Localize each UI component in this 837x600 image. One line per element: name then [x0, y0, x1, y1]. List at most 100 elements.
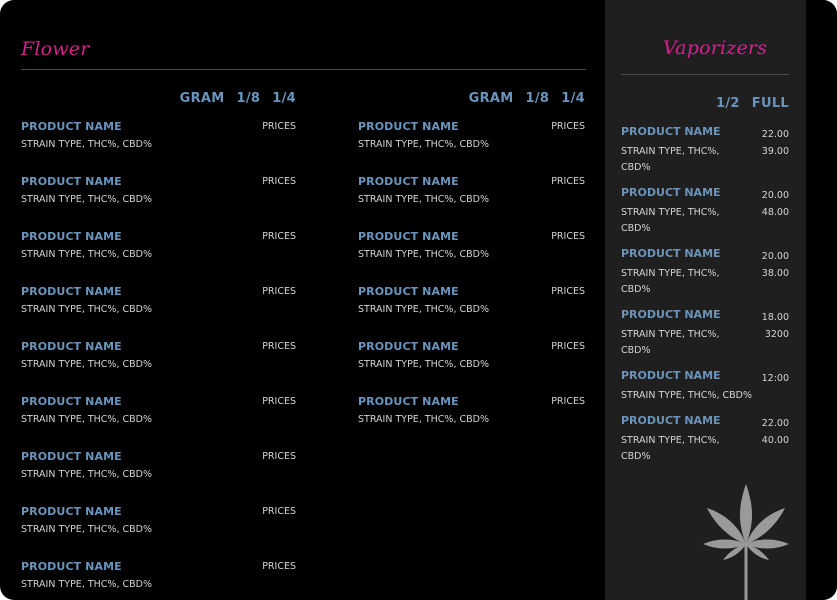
- list-item: PRODUCT NAME STRAIN TYPE, THC%, CBD% PRI…: [21, 505, 296, 535]
- product-prices: 20.00 38.00: [762, 248, 789, 282]
- product-desc: STRAIN TYPE, THC%, CBD%: [621, 146, 720, 173]
- header-eighth: 1/8: [525, 91, 550, 106]
- flower-divider: [21, 69, 586, 70]
- product-prices: 20.00 48.00: [762, 187, 789, 221]
- header-gram: GRAM: [179, 91, 225, 106]
- product-desc: STRAIN TYPE, THC%, CBD%: [21, 249, 152, 260]
- header-quarter: 1/4: [561, 91, 585, 106]
- list-item: PRODUCT NAME STRAIN TYPE, THC%, CBD% PRI…: [21, 120, 296, 150]
- product-price: PRICES: [551, 396, 585, 407]
- product-desc: STRAIN TYPE, THC%, CBD%: [21, 139, 152, 150]
- list-item: PRODUCT NAME STRAIN TYPE, THC%, CBD% PRI…: [358, 285, 585, 315]
- header-full: FULL: [751, 96, 789, 111]
- product-name: PRODUCT NAME: [21, 120, 122, 133]
- product-desc: STRAIN TYPE, THC%, CBD%: [358, 249, 489, 260]
- product-prices: 12:00: [762, 370, 789, 387]
- list-item: PRODUCT NAME STRAIN TYPE, THC%, CBD% PRI…: [358, 175, 585, 205]
- product-desc: STRAIN TYPE, THC%, CBD%: [621, 268, 720, 295]
- product-name: PRODUCT NAME: [21, 505, 122, 518]
- list-item: PRODUCT NAME STRAIN TYPE, THC%, CBD% PRI…: [21, 395, 296, 425]
- product-price: PRICES: [551, 176, 585, 187]
- header-eighth: 1/8: [236, 91, 261, 106]
- list-item: PRODUCT NAME STRAIN TYPE, THC%, CBD% 20.…: [621, 186, 789, 237]
- product-price: PRICES: [262, 286, 296, 297]
- list-item: PRODUCT NAME STRAIN TYPE, THC%, CBD% PRI…: [21, 285, 296, 315]
- product-price: PRICES: [551, 286, 585, 297]
- product-desc: STRAIN TYPE, THC%, CBD%: [621, 435, 720, 462]
- product-desc: STRAIN TYPE, THC%, CBD%: [21, 579, 152, 590]
- product-desc: STRAIN TYPE, THC%, CBD%: [621, 390, 752, 401]
- product-name: PRODUCT NAME: [21, 560, 122, 573]
- vaporizers-header: 1/2 FULL: [621, 96, 789, 111]
- product-desc: STRAIN TYPE, THC%, CBD%: [21, 469, 152, 480]
- list-item: PRODUCT NAME STRAIN TYPE, THC%, CBD% 12:…: [621, 369, 789, 404]
- price-half: 22.00: [761, 129, 789, 140]
- price-half: 20.00: [761, 190, 789, 201]
- flower-col2-header: GRAM 1/8 1/4: [429, 91, 585, 106]
- product-price: PRICES: [262, 231, 296, 242]
- product-price: PRICES: [551, 121, 585, 132]
- product-price: PRICES: [551, 231, 585, 242]
- list-item: PRODUCT NAME STRAIN TYPE, THC%, CBD% PRI…: [358, 340, 585, 370]
- product-name: PRODUCT NAME: [21, 450, 122, 463]
- product-name: PRODUCT NAME: [21, 340, 122, 353]
- list-item: PRODUCT NAME STRAIN TYPE, THC%, CBD% PRI…: [358, 395, 585, 425]
- price-full: 38.00: [761, 268, 789, 279]
- product-name: PRODUCT NAME: [21, 395, 122, 408]
- price-half: 20.00: [761, 251, 789, 262]
- cannabis-leaf-icon: [701, 482, 791, 600]
- price-full: 39.00: [761, 146, 789, 157]
- product-desc: STRAIN TYPE, THC%, CBD%: [21, 524, 152, 535]
- list-item: PRODUCT NAME STRAIN TYPE, THC%, CBD% 20.…: [621, 247, 789, 298]
- product-desc: STRAIN TYPE, THC%, CBD%: [621, 207, 720, 234]
- product-price: PRICES: [262, 561, 296, 572]
- flower-col1-header: GRAM 1/8 1/4: [140, 91, 296, 106]
- list-item: PRODUCT NAME STRAIN TYPE, THC%, CBD% PRI…: [358, 230, 585, 260]
- list-item: PRODUCT NAME STRAIN TYPE, THC%, CBD% PRI…: [21, 560, 296, 590]
- product-prices: 22.00 40.00: [762, 415, 789, 449]
- product-name: PRODUCT NAME: [21, 230, 122, 243]
- price-full: 3200: [764, 329, 789, 340]
- list-item: PRODUCT NAME STRAIN TYPE, THC%, CBD% 18.…: [621, 308, 789, 359]
- list-item: PRODUCT NAME STRAIN TYPE, THC%, CBD% PRI…: [21, 175, 296, 205]
- product-desc: STRAIN TYPE, THC%, CBD%: [358, 194, 489, 205]
- product-desc: STRAIN TYPE, THC%, CBD%: [21, 414, 152, 425]
- product-desc: STRAIN TYPE, THC%, CBD%: [358, 359, 489, 370]
- right-edge-strip: [806, 0, 837, 600]
- menu-board: Flower GRAM 1/8 1/4 GRAM 1/8 1/4 PRODUCT…: [0, 0, 837, 600]
- product-price: PRICES: [262, 121, 296, 132]
- product-desc: STRAIN TYPE, THC%, CBD%: [358, 139, 489, 150]
- vaporizers-panel: Vaporizers 1/2 FULL PRODUCT NAME STRAIN …: [605, 0, 806, 600]
- price-half: 18.00: [761, 312, 789, 323]
- product-prices: 22.00 39.00: [762, 126, 789, 160]
- vaporizers-title: Vaporizers: [663, 37, 768, 59]
- product-desc: STRAIN TYPE, THC%, CBD%: [21, 359, 152, 370]
- list-item: PRODUCT NAME STRAIN TYPE, THC%, CBD% PRI…: [358, 120, 585, 150]
- price-full: 40.00: [761, 435, 789, 446]
- product-prices: 18.00 3200: [762, 309, 789, 343]
- header-gram: GRAM: [468, 91, 514, 106]
- product-price: PRICES: [551, 341, 585, 352]
- product-price: PRICES: [262, 396, 296, 407]
- product-price: PRICES: [262, 451, 296, 462]
- product-price: PRICES: [262, 506, 296, 517]
- price-half: 12:00: [761, 373, 789, 384]
- product-name: PRODUCT NAME: [21, 175, 122, 188]
- list-item: PRODUCT NAME STRAIN TYPE, THC%, CBD% PRI…: [21, 340, 296, 370]
- flower-title: Flower: [21, 38, 90, 60]
- list-item: PRODUCT NAME STRAIN TYPE, THC%, CBD% PRI…: [21, 230, 296, 260]
- list-item: PRODUCT NAME STRAIN TYPE, THC%, CBD% 22.…: [621, 125, 789, 176]
- list-item: PRODUCT NAME STRAIN TYPE, THC%, CBD% PRI…: [21, 450, 296, 480]
- price-half: 22.00: [761, 418, 789, 429]
- product-price: PRICES: [262, 341, 296, 352]
- product-name: PRODUCT NAME: [21, 285, 122, 298]
- header-half: 1/2: [716, 96, 740, 111]
- product-desc: STRAIN TYPE, THC%, CBD%: [21, 194, 152, 205]
- price-full: 48.00: [761, 207, 789, 218]
- product-desc: STRAIN TYPE, THC%, CBD%: [358, 304, 489, 315]
- product-price: PRICES: [262, 176, 296, 187]
- vaporizers-divider: [621, 74, 789, 75]
- product-desc: STRAIN TYPE, THC%, CBD%: [621, 329, 720, 356]
- list-item: PRODUCT NAME STRAIN TYPE, THC%, CBD% 22.…: [621, 414, 789, 465]
- header-quarter: 1/4: [272, 91, 296, 106]
